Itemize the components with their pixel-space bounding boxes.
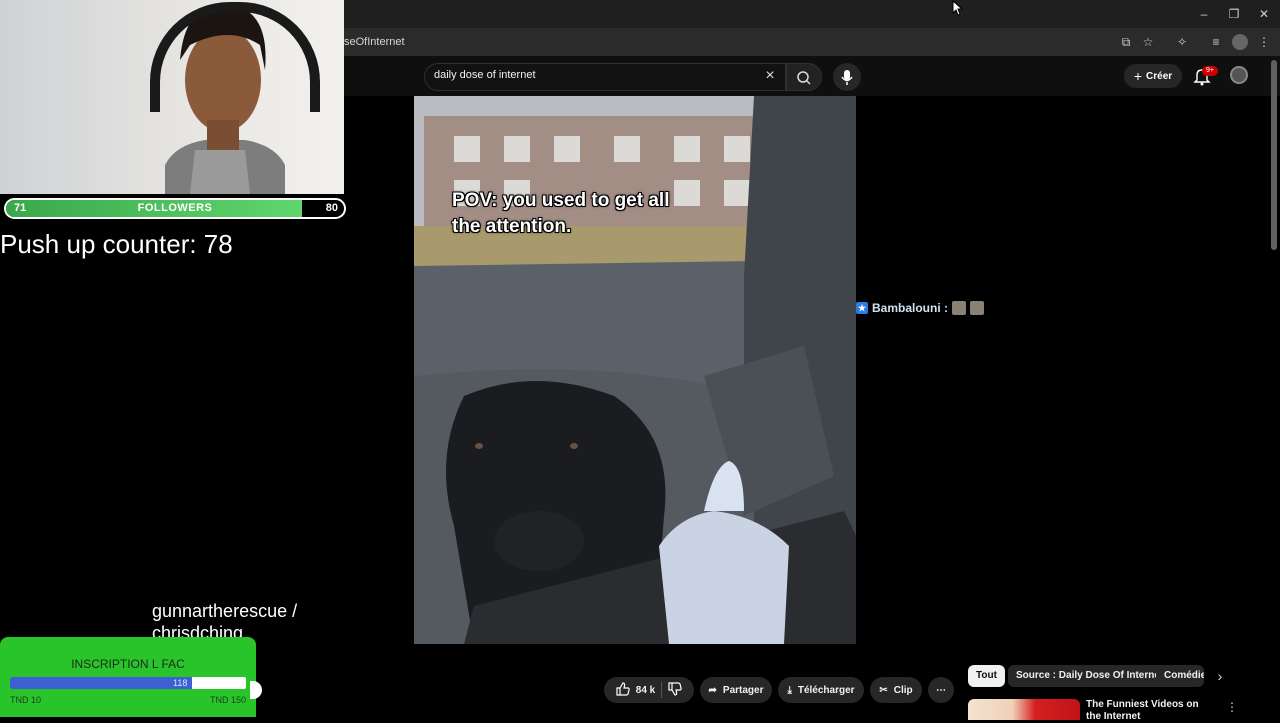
emote-icon [970,301,985,315]
voice-search-button[interactable] [833,63,861,91]
download-button[interactable]: ⤓ Télécharger [778,677,864,703]
like-count: 84 k [635,684,656,696]
more-actions-button[interactable]: ⋯ [928,677,954,703]
goal-progress-fill [10,677,192,689]
goal-min-label: TND 10 [10,695,42,705]
followers-goal-value: 80 [325,202,338,214]
thumbs-down-icon[interactable] [668,681,682,699]
page-scrollbar[interactable] [1271,60,1277,250]
restore-icon[interactable]: ❐ [1226,6,1242,22]
pushup-counter: Push up counter: 78 [0,229,233,259]
donation-goal-widget: INSCRIPTION L FAC 118 TND 10 TND 150 [0,637,256,717]
share-icon: ➦ [708,684,717,696]
emote-icon [952,301,967,315]
goal-max-label: TND 150 [209,695,246,705]
goal-title: INSCRIPTION L FAC [71,657,185,671]
search-button[interactable] [786,63,822,91]
mouse-cursor-icon [952,0,964,16]
video-player[interactable]: POV: you used to get all the attention. [414,96,856,644]
clip-button[interactable]: ✂ Clip [870,677,922,703]
chat-badge-icon: ★ [856,302,868,314]
related-menu-icon[interactable]: ⋮ [1226,700,1238,714]
download-icon: ⤓ [787,684,792,696]
video-caption: POV: you used to get all the attention. [452,190,670,237]
share-label: Partager [722,684,764,696]
more-icon: ⋯ [936,684,946,696]
followers-goal-bar: 71 FOLLOWERS 80 [4,198,346,219]
thumbs-up-icon[interactable] [616,681,630,699]
clear-search-icon[interactable]: × [762,68,778,84]
chat-username: Bambalouni : [872,301,949,315]
goal-current-value: 118 [173,678,188,688]
chip-all[interactable]: Tout [968,665,1005,687]
chip-comedy[interactable]: Comédie [1156,665,1204,687]
media-controls-icon[interactable]: ≡ [1208,34,1224,50]
url-text[interactable]: seOfInternet [344,36,405,48]
clip-label: Clip [893,684,913,696]
chevron-right-icon[interactable]: › [1212,668,1228,684]
create-label: Créer [1146,70,1173,82]
mic-icon [841,70,853,85]
goal-progress-bar: 118 [10,677,246,689]
widget-edge [250,681,262,699]
bookmark-star-icon[interactable]: ☆ [1140,34,1156,50]
chat-message: ★ Bambalouni : [856,301,985,315]
plus-icon: + [1133,68,1143,84]
search-input[interactable] [434,69,754,81]
chip-source[interactable]: Source : Daily Dose Of Internet [1008,665,1172,687]
search-icon [797,71,811,85]
related-video-title[interactable]: The Funniest Videos on the Internet [1086,699,1216,723]
share-button[interactable]: ➦ Partager [700,677,772,703]
close-window-icon[interactable]: ✕ [1256,6,1272,22]
install-app-icon[interactable]: ⧉ [1118,34,1134,50]
account-avatar[interactable] [1230,66,1248,84]
create-button[interactable]: + Créer [1124,64,1182,88]
like-dislike-group[interactable]: 84 k [604,677,694,703]
profile-icon[interactable] [1232,34,1248,50]
minimize-icon[interactable]: – [1196,6,1212,22]
related-video-thumbnail[interactable] [968,699,1080,720]
browser-menu-icon[interactable]: ⋮ [1256,34,1272,50]
download-label: Télécharger [797,684,855,696]
scissors-icon: ✂ [879,684,888,696]
notification-count-badge: 9+ [1202,66,1218,76]
followers-label: FOLLOWERS [137,202,213,214]
divider [661,682,663,698]
webcam-feed [0,0,344,194]
extensions-icon[interactable]: ✧ [1174,34,1190,50]
video-frame [414,96,856,644]
